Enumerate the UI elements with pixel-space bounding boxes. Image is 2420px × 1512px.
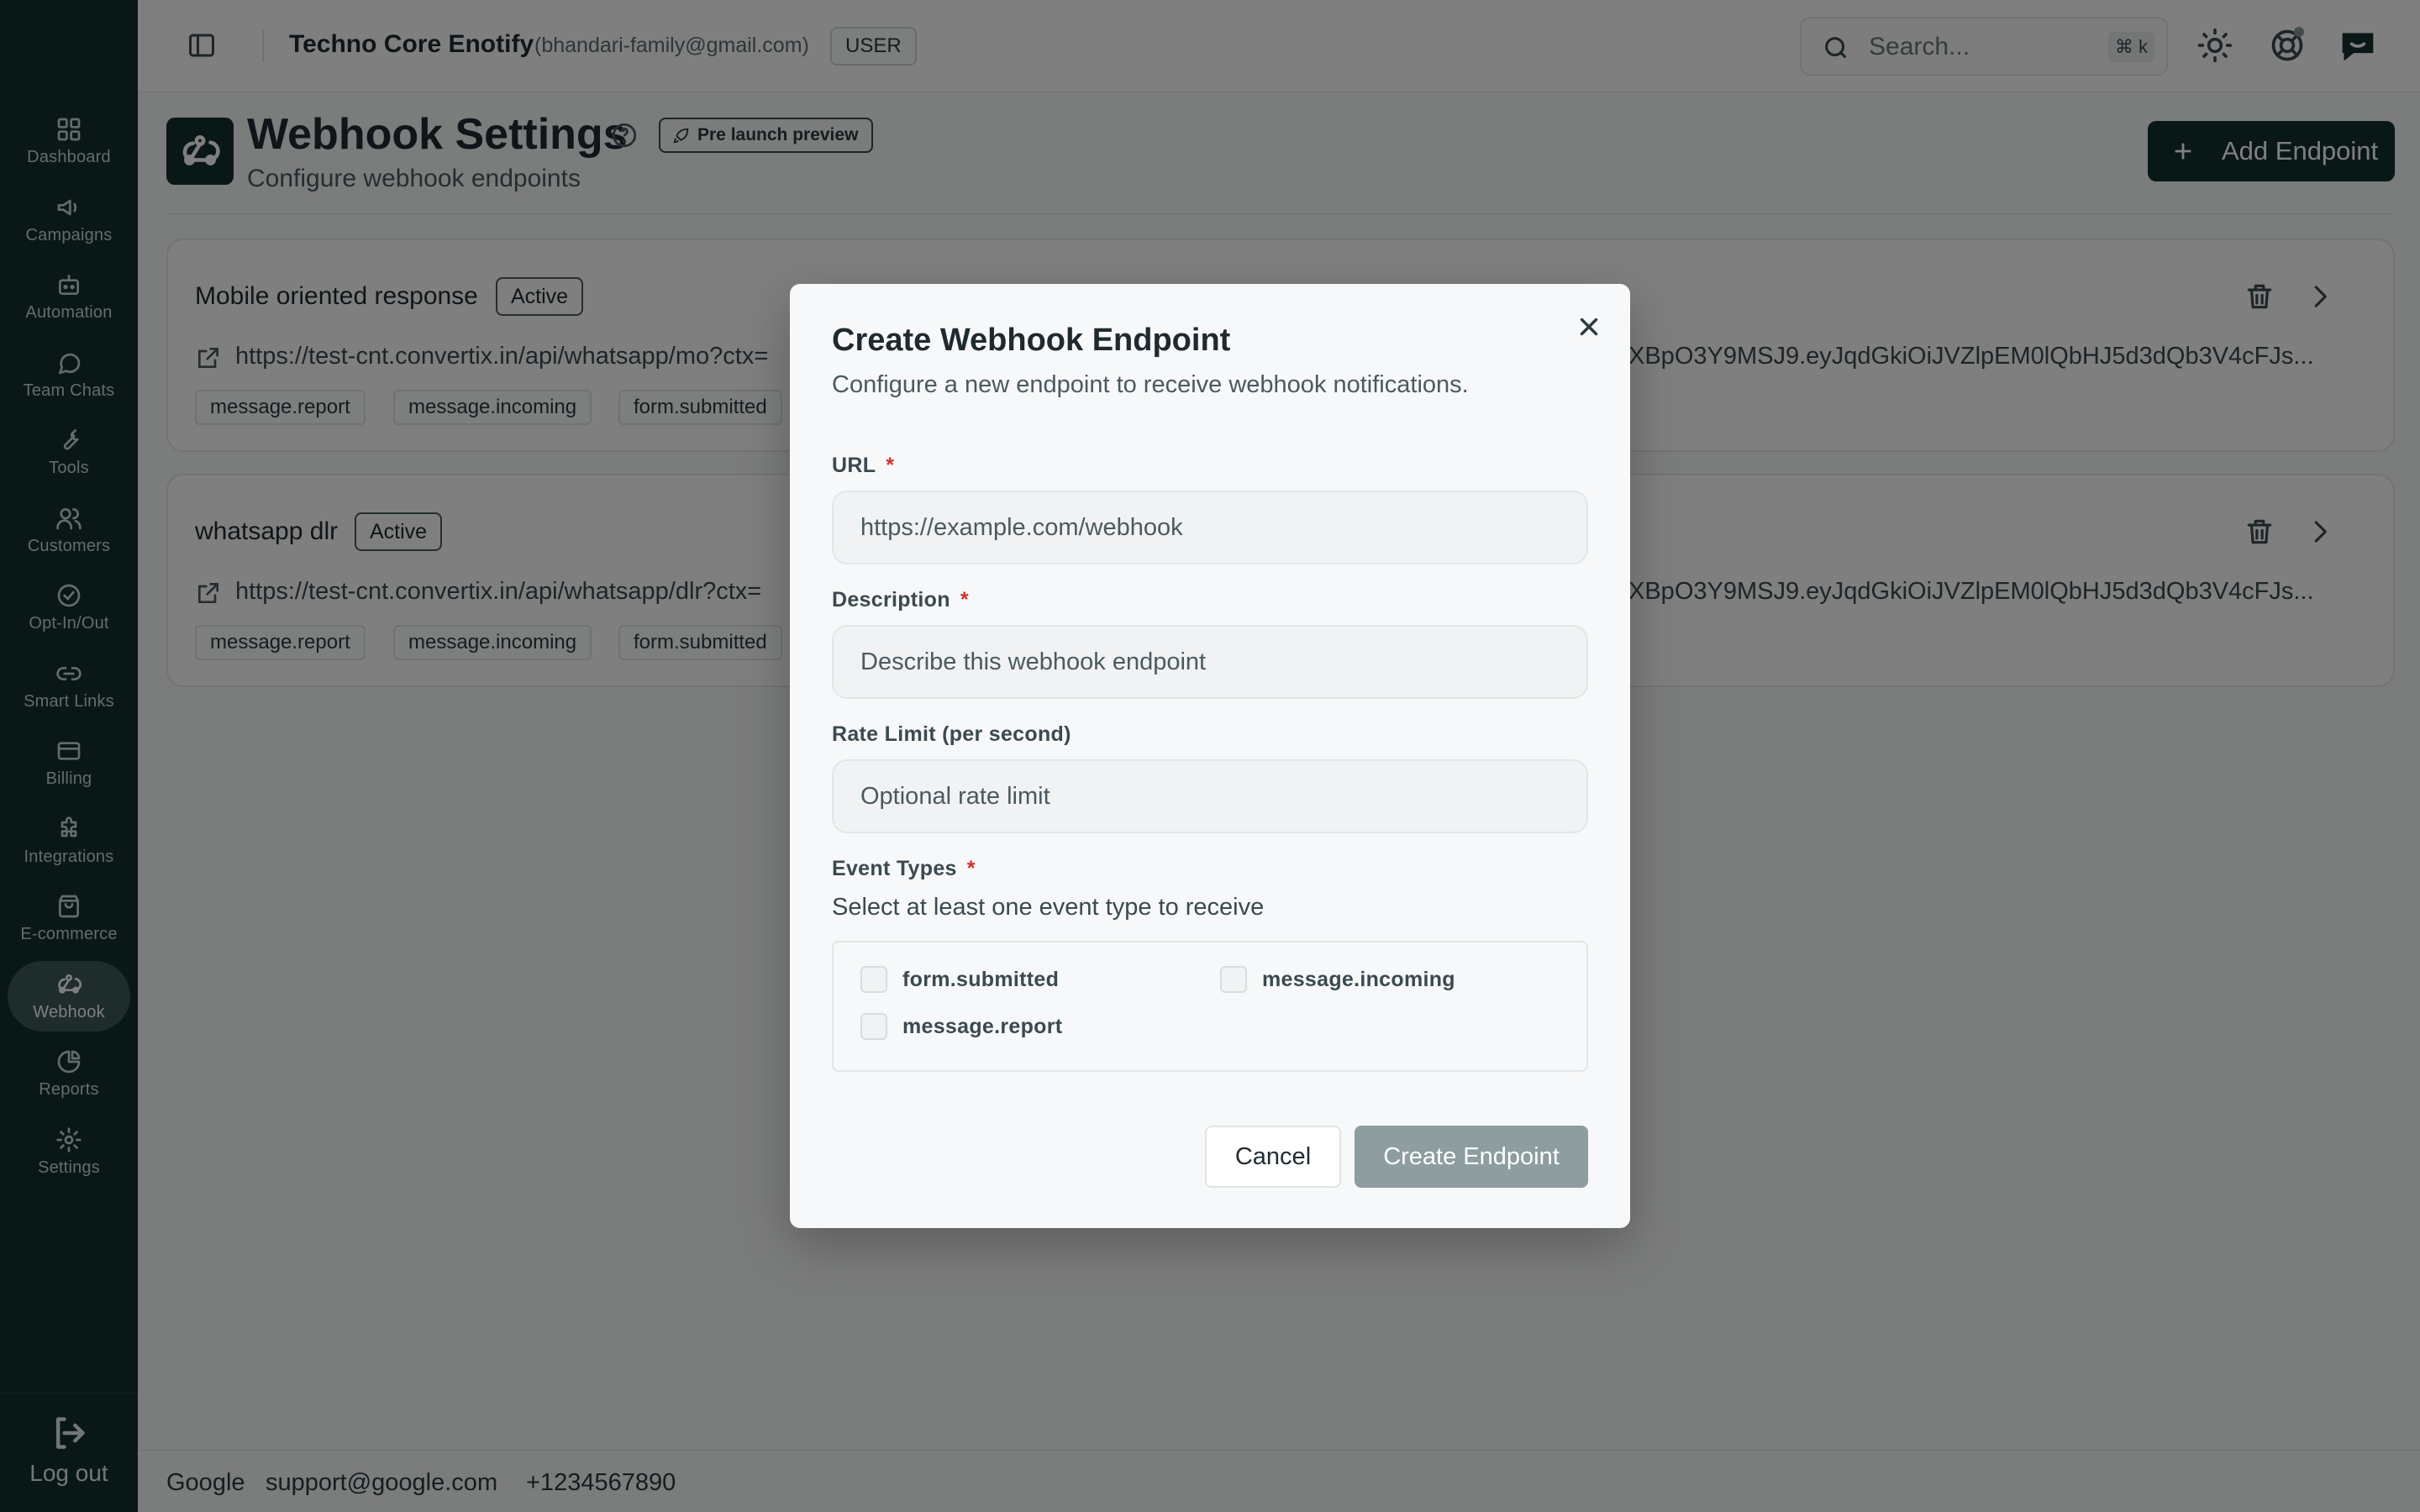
create-endpoint-button[interactable]: Create Endpoint [1355,1126,1588,1188]
event-types-label: Event Types * [832,857,976,880]
checkbox[interactable] [860,966,887,993]
required-mark: * [966,857,976,880]
url-label: URL * [832,454,895,477]
rate-limit-input[interactable] [832,759,1588,833]
url-input[interactable] [832,491,1588,564]
close-icon[interactable] [1575,312,1603,341]
required-mark: * [960,588,969,612]
dialog-title: Create Webhook Endpoint [832,323,1231,358]
cancel-button[interactable]: Cancel [1205,1126,1341,1188]
checkbox[interactable] [1220,966,1247,993]
rate-limit-label: Rate Limit (per second) [832,722,1071,746]
dialog-description: Configure a new endpoint to receive webh… [832,371,1469,398]
description-input[interactable] [832,625,1588,699]
checkbox[interactable] [860,1013,887,1040]
event-types-help: Select at least one event type to receiv… [832,894,1265,921]
event-types-group: form.submitted message.incoming message.… [832,941,1588,1072]
event-option-form-submitted[interactable]: form.submitted [860,966,1059,993]
description-label: Description * [832,588,969,612]
event-option-message-report[interactable]: message.report [860,1013,1062,1040]
required-mark: * [886,454,895,477]
create-webhook-dialog: Create Webhook Endpoint Configure a new … [790,284,1630,1228]
event-option-message-incoming[interactable]: message.incoming [1220,966,1455,993]
